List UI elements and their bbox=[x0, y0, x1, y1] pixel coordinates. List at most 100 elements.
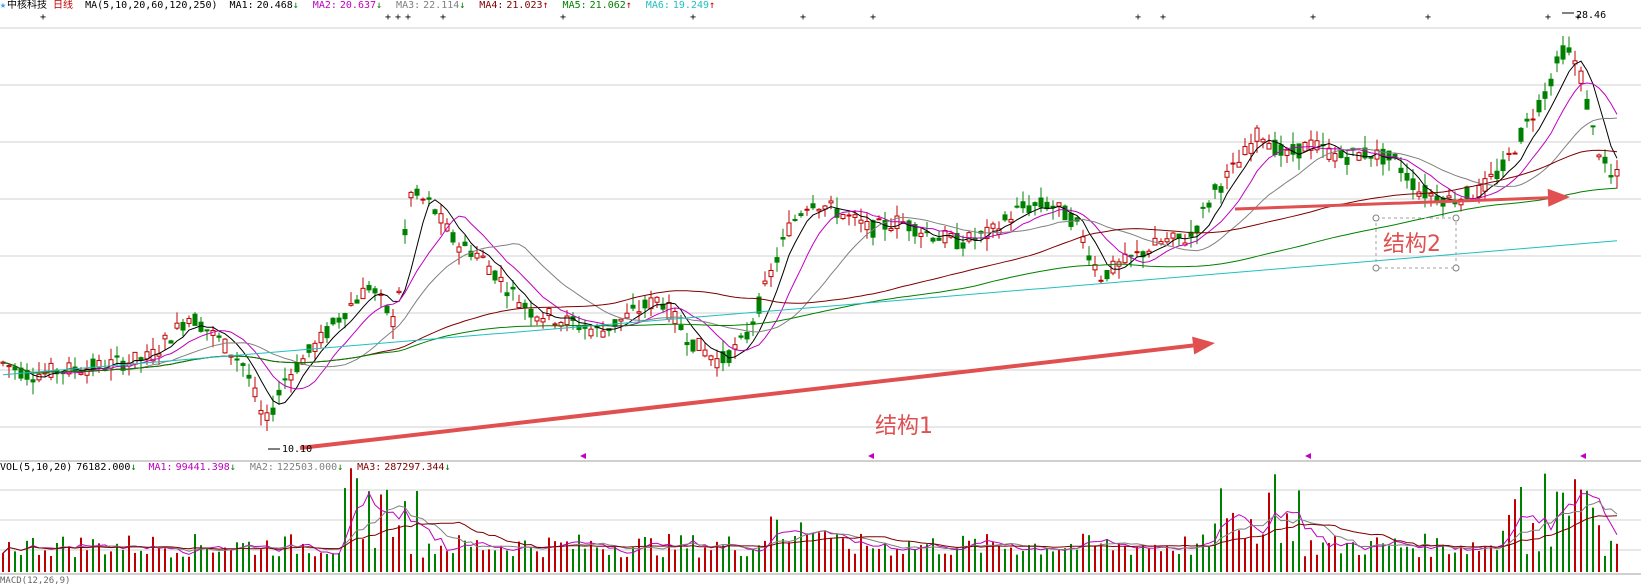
candle-body bbox=[1032, 202, 1038, 207]
candle-body bbox=[1506, 152, 1512, 156]
structure1-label: 结构1 bbox=[875, 414, 933, 439]
event-marker: + bbox=[395, 12, 401, 23]
macd-params: MACD(12,26,9) bbox=[0, 576, 71, 586]
candle-body bbox=[282, 378, 288, 381]
candle-body bbox=[1224, 170, 1230, 178]
candle-body bbox=[816, 208, 822, 212]
stock-name[interactable]: 中核科技 bbox=[7, 0, 47, 12]
candle-body bbox=[474, 252, 480, 259]
candlestick-chart[interactable]: + + + + + + + + + + + + + + +10.1028.46结构1结构2 bbox=[0, 0, 1641, 580]
candle-body bbox=[1002, 214, 1008, 221]
ma-item-1: MA1: 20.468↓ bbox=[230, 0, 305, 12]
candle-body bbox=[1356, 152, 1362, 161]
vol-ma-item-label: MA3: bbox=[357, 462, 382, 473]
candle-body bbox=[738, 335, 744, 338]
candle-body bbox=[162, 334, 168, 340]
candle-body bbox=[174, 322, 180, 329]
candle-body bbox=[276, 389, 282, 396]
candle-body bbox=[510, 286, 516, 290]
candle-body bbox=[930, 237, 936, 242]
ma-item-arrow: ↓ bbox=[459, 0, 466, 11]
candle-body bbox=[618, 318, 624, 322]
candle-body bbox=[306, 344, 312, 353]
candle-body bbox=[876, 218, 882, 221]
candle-body bbox=[438, 213, 444, 224]
ma-item-3: MA3: 22.114↓ bbox=[396, 0, 471, 12]
event-marker: + bbox=[560, 12, 566, 23]
candle-body bbox=[498, 276, 504, 282]
candle-body bbox=[1446, 195, 1452, 199]
candle-body bbox=[1476, 184, 1482, 198]
candle-body bbox=[348, 303, 354, 306]
period-label[interactable]: 日线 bbox=[53, 0, 73, 12]
candle-body bbox=[1056, 202, 1062, 207]
vol-ma-item-value: 122503.000 bbox=[276, 462, 338, 473]
candle-body bbox=[1494, 170, 1500, 180]
candle-body bbox=[1554, 56, 1560, 64]
candle-body bbox=[504, 292, 510, 297]
candle-body bbox=[114, 355, 120, 358]
candle-body bbox=[342, 313, 348, 320]
candle-body bbox=[312, 342, 318, 352]
candle-body bbox=[1602, 156, 1608, 164]
candle-body bbox=[1578, 70, 1584, 84]
vol-ma-item-arrow: ↓ bbox=[337, 462, 344, 473]
candle-body bbox=[78, 372, 84, 375]
candle-body bbox=[654, 296, 660, 303]
period-marker bbox=[1305, 453, 1311, 459]
candle-body bbox=[1428, 193, 1434, 197]
vol-arrow: ↓ bbox=[130, 462, 137, 473]
candle-body bbox=[1248, 143, 1254, 154]
ma-line-1 bbox=[2, 60, 1618, 405]
candle-body bbox=[1536, 99, 1542, 113]
event-marker: + bbox=[1545, 12, 1551, 23]
candle-body bbox=[960, 242, 966, 249]
candle-body bbox=[396, 290, 402, 294]
ma-line-4 bbox=[2, 149, 1618, 374]
candle-body bbox=[714, 358, 720, 369]
candle-body bbox=[1332, 153, 1338, 162]
candle-body bbox=[588, 328, 594, 337]
event-marker: + bbox=[385, 12, 391, 23]
candle-body bbox=[186, 317, 192, 324]
ma-line-6 bbox=[2, 240, 1618, 376]
kline-chart-window[interactable]: + + + + + + + + + + + + + + +10.10 28.46 结构1 结构2 ★中核科技 日线 … bbox=[0, 0, 1641, 586]
candle-body bbox=[858, 219, 864, 224]
candle-body bbox=[222, 338, 228, 354]
selection-handle bbox=[1452, 264, 1460, 272]
candle-body bbox=[138, 357, 144, 361]
candle-body bbox=[1194, 225, 1200, 233]
vol-ma-item-1: MA1: 99441.398↓ bbox=[149, 462, 242, 474]
candle-body bbox=[552, 323, 558, 326]
event-marker: + bbox=[800, 12, 806, 23]
candle-body bbox=[522, 302, 528, 309]
ma-item-4: MA4: 21.023↑ bbox=[479, 0, 554, 12]
candle-body bbox=[324, 326, 330, 339]
candle-body bbox=[240, 363, 246, 366]
candle-body bbox=[846, 214, 852, 217]
candle-body bbox=[252, 387, 258, 398]
candle-body bbox=[168, 340, 174, 344]
candle-body bbox=[360, 287, 366, 300]
candle-body bbox=[336, 317, 342, 323]
structure2-arrow-head bbox=[1547, 188, 1570, 207]
vol-ma-item-value: 287297.344 bbox=[384, 462, 445, 473]
candle-body bbox=[804, 208, 810, 211]
selection-handle bbox=[1372, 264, 1380, 272]
ma-item-label: MA4: bbox=[479, 0, 504, 11]
candle-body bbox=[642, 299, 648, 309]
vol-legend-header: VOL(5,10,20) 76182.000↓ MA1: 99441.398↓ MA2… bbox=[0, 462, 471, 474]
star-icon[interactable]: ★ bbox=[0, 0, 6, 12]
event-marker: + bbox=[1425, 12, 1431, 23]
event-marker: + bbox=[1135, 12, 1141, 23]
candle-body bbox=[1290, 144, 1296, 155]
ma-params: MA(5,10,20,60,120,250) bbox=[85, 0, 218, 11]
candle-body bbox=[1398, 167, 1404, 174]
candle-body bbox=[630, 304, 636, 309]
candle-body bbox=[1260, 138, 1266, 143]
candle-body bbox=[1014, 205, 1020, 208]
ma-item-5: MA5: 21.062↑ bbox=[563, 0, 638, 12]
candle-body bbox=[1086, 255, 1092, 261]
candle-body bbox=[354, 299, 360, 304]
candle-body bbox=[1068, 212, 1074, 227]
